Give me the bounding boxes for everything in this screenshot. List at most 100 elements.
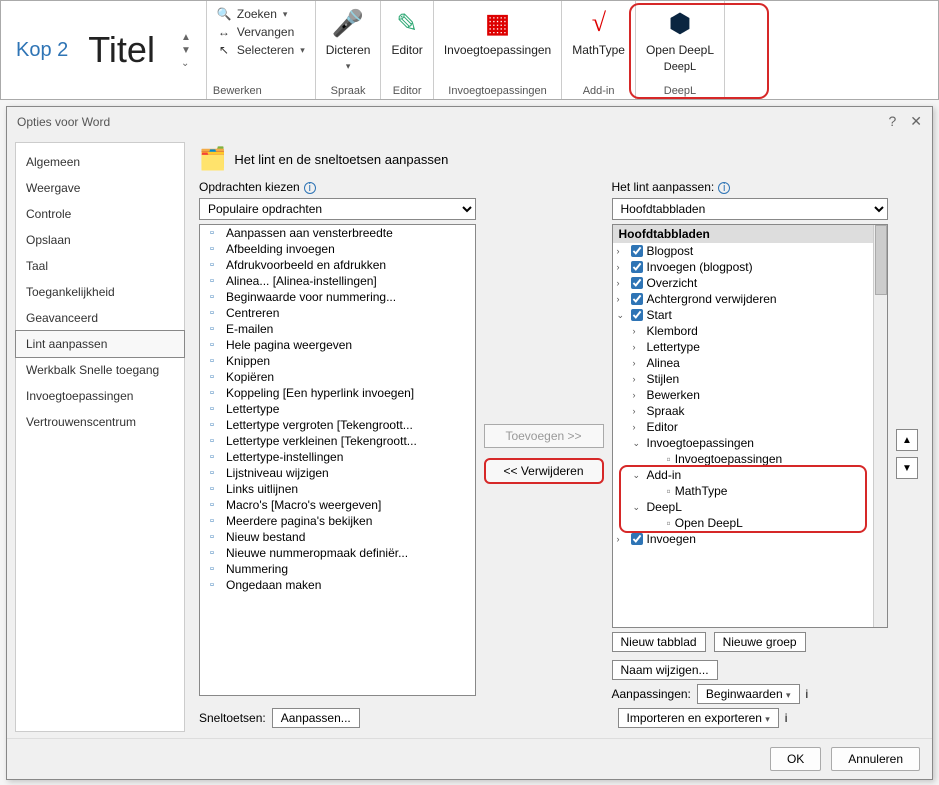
sidebar-item[interactable]: Invoegtoepassingen [16, 383, 184, 409]
chevron-down-icon[interactable]: ▼ [181, 45, 191, 56]
tree-row[interactable]: ›Bewerken [613, 387, 874, 403]
sidebar-item[interactable]: Geavanceerd [16, 305, 184, 331]
command-item[interactable]: ▫Aanpassen aan vensterbreedte [200, 225, 475, 241]
tree-row[interactable]: ⌄Start [613, 307, 874, 323]
tree-row[interactable]: ›Blogpost [613, 243, 874, 259]
command-item[interactable]: ▫E-mailen [200, 321, 475, 337]
tree-row[interactable]: ›Alinea [613, 355, 874, 371]
style-titel[interactable]: Titel [88, 29, 155, 71]
help-icon[interactable]: ? [888, 113, 896, 130]
command-item[interactable]: ▫Centreren [200, 305, 475, 321]
command-item[interactable]: ▫Alinea... [Alinea-instellingen] [200, 273, 475, 289]
remove-button[interactable]: << Verwijderen [484, 458, 604, 484]
tab-checkbox[interactable] [631, 277, 643, 289]
invoegtoepassingen-button[interactable]: ▦ Invoegtoepassingen [440, 5, 555, 59]
tree-row[interactable]: ›Klembord [613, 323, 874, 339]
deepl-button[interactable]: ⬢ Open DeepL DeepL [642, 5, 718, 75]
tab-checkbox[interactable] [631, 309, 643, 321]
mathtype-button[interactable]: √ MathType [568, 5, 629, 59]
command-item[interactable]: ▫Afdrukvoorbeeld en afdrukken [200, 257, 475, 273]
ribbon-tabs-select[interactable]: Hoofdtabbladen [612, 198, 889, 220]
command-item[interactable]: ▫Lettertype vergroten [Tekengroott... [200, 417, 475, 433]
tree-row[interactable]: ›Stijlen [613, 371, 874, 387]
tab-checkbox[interactable] [631, 533, 643, 545]
add-button[interactable]: Toevoegen >> [484, 424, 604, 448]
tab-checkbox[interactable] [631, 261, 643, 273]
command-item[interactable]: ▫Lettertype [200, 401, 475, 417]
sidebar-item[interactable]: Toegankelijkheid [16, 279, 184, 305]
vervangen-button[interactable]: ↔Vervangen [213, 23, 309, 41]
sidebar-item[interactable]: Lint aanpassen [15, 330, 185, 358]
import-export-button[interactable]: Importeren en exporteren ▾ [618, 708, 779, 728]
info-icon[interactable]: i [304, 182, 316, 194]
command-item[interactable]: ▫Nummering [200, 561, 475, 577]
info-icon[interactable]: i [785, 711, 788, 725]
scrollbar[interactable] [873, 225, 887, 627]
command-item[interactable]: ▫Koppeling [Een hyperlink invoegen] [200, 385, 475, 401]
tree-row[interactable]: ›Editor [613, 419, 874, 435]
tab-checkbox[interactable] [631, 245, 643, 257]
tree-row[interactable]: ›Overzicht [613, 275, 874, 291]
sidebar-item[interactable]: Algemeen [16, 149, 184, 175]
sidebar-item[interactable]: Vertrouwenscentrum [16, 409, 184, 435]
info-icon[interactable]: i [718, 182, 730, 194]
sidebar-item[interactable]: Werkbalk Snelle toegang [16, 357, 184, 383]
move-up-button[interactable]: ▲ [896, 429, 918, 451]
command-item[interactable]: ▫Beginwaarde voor nummering... [200, 289, 475, 305]
tree-row[interactable]: ▫Open DeepL [613, 515, 874, 531]
command-item[interactable]: ▫Meerdere pagina's bekijken [200, 513, 475, 529]
selecteren-button[interactable]: ↖Selecteren ▾ [213, 41, 309, 59]
info-icon[interactable]: i [806, 687, 809, 701]
naam-wijzigen-button[interactable]: Naam wijzigen... [612, 660, 718, 680]
tree-row[interactable]: ⌄Invoegtoepassingen [613, 435, 874, 451]
dicteren-button[interactable]: 🎤 Dicteren ▾ [322, 5, 375, 74]
ok-button[interactable]: OK [770, 747, 821, 771]
cancel-button[interactable]: Annuleren [831, 747, 920, 771]
commands-listbox[interactable]: ▫Aanpassen aan vensterbreedte▫Afbeelding… [199, 224, 476, 696]
chevron-up-icon[interactable]: ▲ [181, 32, 191, 43]
tab-checkbox[interactable] [631, 293, 643, 305]
tree-row[interactable]: ›Achtergrond verwijderen [613, 291, 874, 307]
command-item[interactable]: ▫Hele pagina weergeven [200, 337, 475, 353]
tree-row[interactable]: ▫Invoegtoepassingen [613, 451, 874, 467]
nieuw-tabblad-button[interactable]: Nieuw tabblad [612, 632, 706, 652]
ribbon-tree[interactable]: Hoofdtabbladen›Blogpost›Invoegen (blogpo… [612, 224, 889, 628]
sidebar-item[interactable]: Weergave [16, 175, 184, 201]
move-down-button[interactable]: ▼ [896, 457, 918, 479]
tree-row[interactable]: ›Lettertype [613, 339, 874, 355]
command-item[interactable]: ▫Kopiëren [200, 369, 475, 385]
command-item[interactable]: ▫Lettertype verkleinen [Tekengroott... [200, 433, 475, 449]
tree-row[interactable]: ▫MathType [613, 483, 874, 499]
tree-row[interactable]: ›Spraak [613, 403, 874, 419]
tree-row[interactable]: ⌄Add-in [613, 467, 874, 483]
sidebar-item[interactable]: Controle [16, 201, 184, 227]
close-icon[interactable]: ✕ [910, 113, 922, 130]
tree-row[interactable]: ›Invoegen [613, 531, 874, 547]
scrollbar-thumb[interactable] [875, 225, 887, 295]
editor-button[interactable]: ✎ Editor [387, 5, 426, 59]
sidebar-item[interactable]: Opslaan [16, 227, 184, 253]
command-item[interactable]: ▫Knippen [200, 353, 475, 369]
command-item[interactable]: ▫Lijstniveau wijzigen [200, 465, 475, 481]
style-more-icon[interactable]: ⌄ [181, 58, 191, 69]
tree-row[interactable]: ›Invoegen (blogpost) [613, 259, 874, 275]
command-item[interactable]: ▫Nieuw bestand [200, 529, 475, 545]
nieuwe-groep-button[interactable]: Nieuwe groep [714, 632, 806, 652]
chevron-down-icon: ▾ [300, 45, 305, 56]
command-item[interactable]: ▫Macro's [Macro's weergeven] [200, 497, 475, 513]
style-gallery-spinner[interactable]: ▲ ▼ ⌄ [181, 32, 191, 69]
command-item[interactable]: ▫Nieuwe nummeropmaak definiër... [200, 545, 475, 561]
zoeken-button[interactable]: 🔍Zoeken ▾ [213, 5, 309, 23]
beginwaarden-button[interactable]: Beginwaarden ▾ [697, 684, 800, 704]
sidebar-item[interactable]: Taal [16, 253, 184, 279]
command-item[interactable]: ▫Ongedaan maken [200, 577, 475, 593]
tree-row[interactable]: ⌄DeepL [613, 499, 874, 515]
style-gallery[interactable]: Kop 2 Titel ▲ ▼ ⌄ [1, 1, 207, 99]
command-item[interactable]: ▫Lettertype-instellingen [200, 449, 475, 465]
sneltoetsen-aanpassen-button[interactable]: Aanpassen... [272, 708, 360, 728]
style-kop2[interactable]: Kop 2 [16, 39, 68, 62]
cursor-icon: ↖ [217, 43, 231, 57]
command-item[interactable]: ▫Afbeelding invoegen [200, 241, 475, 257]
command-item[interactable]: ▫Links uitlijnen [200, 481, 475, 497]
commands-select[interactable]: Populaire opdrachten [199, 198, 476, 220]
